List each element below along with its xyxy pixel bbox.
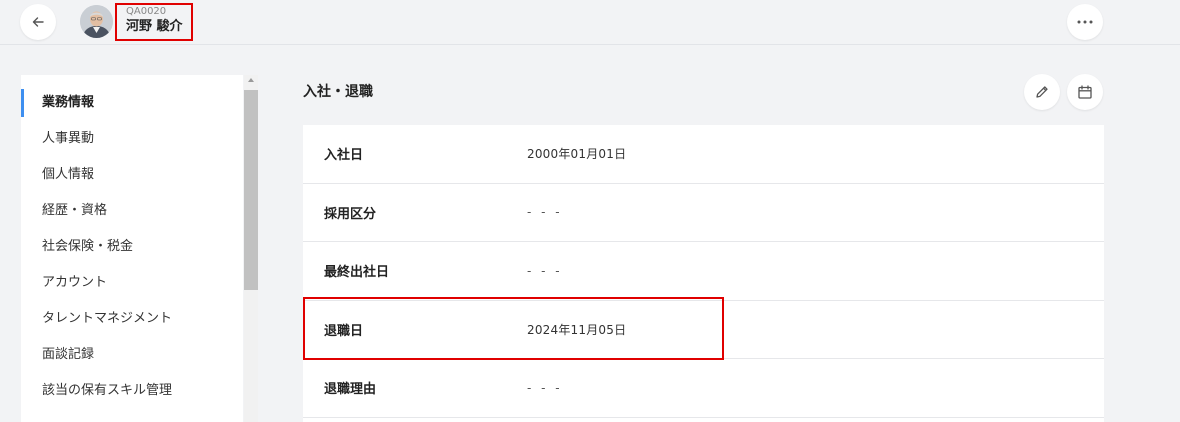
sidebar-item[interactable]: タレントマネジメント [21,301,243,337]
employee-code: QA0020 [126,6,167,17]
field-row-last-work-date: 最終出社日 - - - [303,242,1104,301]
field-value: - - - [527,263,563,278]
sidebar-item[interactable]: 人事異動 [21,121,243,157]
sidebar-item[interactable]: 業務情報 [21,85,243,121]
scroll-up-arrow-icon[interactable] [248,78,254,82]
field-label: 退職理由 [324,382,377,398]
back-button[interactable] [20,4,56,40]
field-label: 最終出社日 [324,265,390,281]
top-bar: QA0020 河野 駿介 [0,0,1180,45]
field-row-retirement-reason: 退職理由 - - - [303,359,1104,418]
employee-info: QA0020 河野 駿介 [115,3,193,41]
field-row-hire-date: 入社日 2000年01月01日 [303,125,1104,184]
sidebar-nav: 業務情報 人事異動 個人情報 経歴・資格 社会保険・税金 アカウント タレントマネジメント面… [21,75,243,422]
employee-name: 河野 駿介 [126,19,183,34]
sidebar-item[interactable]: 面談記録 [21,337,243,373]
edit-button[interactable] [1024,74,1060,110]
sidebar-list: 業務情報 人事異動 個人情報 経歴・資格 社会保険・税金 アカウント タレントマネジメント面… [21,75,243,409]
field-label: 退職日 [324,323,364,339]
sidebar-item[interactable]: 個人情報 [21,157,243,193]
field-label: 採用区分 [324,206,377,222]
calendar-button[interactable] [1067,74,1103,110]
sidebar-item[interactable]: 経歴・資格 [21,193,243,229]
employment-card: 入社日 2000年01月01日 採用区分 - - - 最終出社日 - - - 退… [303,125,1104,422]
field-value: - - - [527,380,563,395]
sidebar-item[interactable]: アカウント [21,265,243,301]
sidebar-item[interactable]: 該当の保有スキル管理 [21,373,243,409]
arrow-left-icon [32,17,44,27]
sidebar-scrollbar[interactable] [244,75,258,422]
field-row-employment-type: 採用区分 - - - [303,184,1104,242]
section-title: 入社・退職 [303,84,373,100]
scroll-thumb[interactable] [244,90,258,290]
pencil-icon [1036,86,1048,98]
field-label: 入社日 [324,148,364,164]
more-button[interactable] [1067,4,1103,40]
avatar [80,5,113,38]
field-row-retirement-date: 退職日 2024年11月05日 [303,301,1104,359]
field-value: - - - [527,205,563,220]
sidebar-item[interactable]: 社会保険・税金 [21,229,243,265]
calendar-icon [1078,85,1092,99]
more-horizontal-icon [1077,20,1093,24]
field-value: 2000年01月01日 [527,147,627,162]
field-value: 2024年11月05日 [527,322,627,337]
